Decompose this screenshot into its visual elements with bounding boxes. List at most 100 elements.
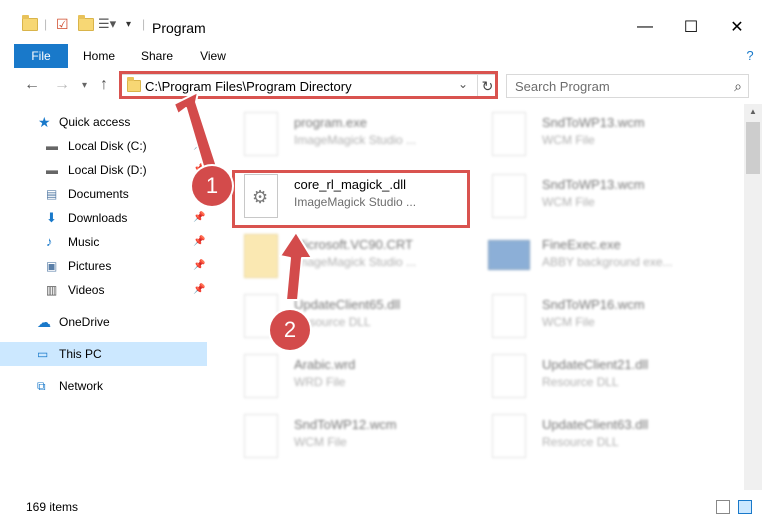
nav-item-label: Music bbox=[68, 235, 100, 249]
search-input[interactable]: Search Program bbox=[515, 79, 610, 94]
file-item[interactable]: SndToWP16.wcm WCM File bbox=[472, 288, 712, 344]
nav-item-local-disk-c[interactable]: ▬ Local Disk (C:) 📌 bbox=[0, 134, 207, 158]
file-highlight bbox=[232, 170, 470, 228]
file-item[interactable]: Arabic.wrd WRD File bbox=[224, 348, 464, 404]
details-view-icon[interactable] bbox=[716, 500, 730, 514]
step-1-badge: 1 bbox=[192, 166, 232, 206]
nav-item-this-pc[interactable]: ▭ This PC bbox=[0, 342, 207, 366]
file-type: WCM File bbox=[294, 435, 347, 449]
forward-arrow-icon[interactable]: → bbox=[54, 76, 70, 94]
computer-icon: ▭ bbox=[37, 347, 49, 361]
drive-icon: ▬ bbox=[46, 139, 58, 153]
star-icon: ★ bbox=[38, 114, 51, 130]
file-item[interactable]: program.exe ImageMagick Studio ... bbox=[224, 106, 464, 162]
pin-icon: 📌 bbox=[193, 236, 206, 247]
new-folder-icon[interactable] bbox=[78, 14, 94, 34]
network-icon: ⧉ bbox=[37, 379, 46, 393]
large-icons-view-icon[interactable] bbox=[738, 500, 752, 514]
pin-icon: 📌 bbox=[193, 212, 206, 223]
close-button[interactable]: ✕ bbox=[714, 12, 760, 42]
file-item[interactable]: Microsoft.VC90.CRT ImageMagick Studio ..… bbox=[224, 228, 464, 284]
navigation-pane: ★ Quick access ▬ Local Disk (C:) 📌 ▬ Loc… bbox=[0, 104, 212, 490]
nav-item-local-disk-d[interactable]: ▬ Local Disk (D:) 📌 bbox=[0, 158, 207, 182]
file-name: SndToWP12.wcm bbox=[294, 417, 397, 432]
scroll-up-icon[interactable]: ▲ bbox=[744, 104, 762, 120]
file-name: FineExec.exe bbox=[542, 237, 621, 252]
help-icon[interactable]: ? bbox=[740, 44, 760, 68]
file-type: Resource DLL bbox=[542, 375, 619, 389]
up-arrow-icon[interactable]: ↑ bbox=[100, 76, 108, 94]
separator: | bbox=[142, 17, 146, 31]
step-2-badge: 2 bbox=[270, 310, 310, 350]
file-item[interactable]: UpdateClient65.dll Resource DLL bbox=[224, 288, 464, 344]
nav-item-videos[interactable]: ▥ Videos 📌 bbox=[0, 278, 207, 302]
folder-icon bbox=[244, 234, 278, 278]
folder-icon bbox=[22, 14, 38, 34]
status-bar: 169 items bbox=[0, 494, 769, 520]
maximize-button[interactable]: ☐ bbox=[668, 12, 714, 42]
wcm-file-icon bbox=[492, 112, 526, 156]
file-type: ABBY background exe... bbox=[542, 255, 673, 269]
nav-item-label: Network bbox=[59, 379, 104, 393]
ribbon-tabs: File Home Share View ? bbox=[0, 44, 769, 68]
nav-item-label: Downloads bbox=[68, 211, 128, 225]
file-name: Arabic.wrd bbox=[294, 357, 356, 372]
nav-item-label: OneDrive bbox=[59, 315, 110, 329]
tab-home[interactable]: Home bbox=[78, 44, 120, 68]
file-item[interactable]: UpdateClient63.dll Resource DLL bbox=[472, 408, 712, 464]
tab-view[interactable]: View bbox=[194, 44, 232, 68]
nav-item-label: This PC bbox=[59, 347, 102, 361]
search-icon[interactable]: ⌕ bbox=[734, 78, 742, 95]
nav-item-downloads[interactable]: ⬇ Downloads 📌 bbox=[0, 206, 207, 230]
file-item[interactable]: FineExec.exe ABBY background exe... bbox=[472, 228, 712, 284]
tab-share[interactable]: Share bbox=[136, 44, 178, 68]
nav-item-quick-access[interactable]: ★ Quick access bbox=[0, 110, 207, 134]
file-name: SndToWP13.wcm bbox=[542, 115, 645, 130]
tab-file[interactable]: File bbox=[14, 44, 68, 68]
nav-item-label: Local Disk (C:) bbox=[68, 139, 147, 153]
nav-item-music[interactable]: ♪ Music 📌 bbox=[0, 230, 207, 254]
videos-icon: ▥ bbox=[46, 283, 58, 297]
music-icon: ♪ bbox=[46, 234, 53, 249]
vertical-scrollbar[interactable]: ▲ bbox=[744, 104, 762, 490]
nav-item-label: Quick access bbox=[59, 115, 131, 129]
minimize-button[interactable]: — bbox=[622, 12, 668, 42]
nav-item-label: Local Disk (D:) bbox=[68, 163, 147, 177]
download-icon: ⬇ bbox=[46, 210, 57, 225]
nav-item-label: Pictures bbox=[68, 259, 112, 273]
nav-item-network[interactable]: ⧉ Network bbox=[0, 374, 207, 398]
recent-locations-icon[interactable]: ▾ bbox=[82, 80, 87, 91]
dll-file-icon bbox=[492, 414, 526, 458]
nav-item-onedrive[interactable]: ☁ OneDrive bbox=[0, 310, 207, 334]
dll-file-icon bbox=[492, 354, 526, 398]
address-bar-highlight bbox=[119, 71, 498, 99]
file-name: UpdateClient63.dll bbox=[542, 417, 649, 432]
quick-access-dropdown-icon[interactable]: ▾ bbox=[126, 14, 131, 34]
pin-icon: 📌 bbox=[193, 140, 206, 151]
separator: | bbox=[44, 17, 48, 31]
pin-icon: 📌 bbox=[193, 284, 206, 295]
drive-icon: ▬ bbox=[46, 163, 58, 177]
nav-item-label: Documents bbox=[68, 187, 129, 201]
file-type: WCM File bbox=[542, 133, 595, 147]
file-name: Microsoft.VC90.CRT bbox=[294, 237, 413, 252]
file-item[interactable]: SndToWP13.wcm WCM File bbox=[472, 168, 712, 224]
scrollbar-thumb[interactable] bbox=[746, 122, 760, 174]
file-type: Resource DLL bbox=[542, 435, 619, 449]
customize-toolbar-icon[interactable]: ☰▾ bbox=[98, 14, 116, 34]
wcm-file-icon bbox=[244, 414, 278, 458]
file-name: UpdateClient65.dll bbox=[294, 297, 401, 312]
file-item[interactable]: SndToWP13.wcm WCM File bbox=[472, 106, 712, 162]
file-list: program.exe ImageMagick Studio ... SndTo… bbox=[212, 104, 744, 490]
item-count: 169 items bbox=[26, 500, 79, 514]
properties-icon[interactable]: ☑ bbox=[56, 14, 69, 34]
file-type: ImageMagick Studio ... bbox=[294, 133, 417, 147]
file-item[interactable]: SndToWP12.wcm WCM File bbox=[224, 408, 464, 464]
back-arrow-icon[interactable]: ← bbox=[24, 76, 40, 94]
nav-item-documents[interactable]: ▤ Documents 📌 bbox=[0, 182, 207, 206]
wcm-file-icon bbox=[492, 294, 526, 338]
wrd-file-icon bbox=[244, 354, 278, 398]
nav-item-pictures[interactable]: ▣ Pictures 📌 bbox=[0, 254, 207, 278]
file-item[interactable]: UpdateClient21.dll Resource DLL bbox=[472, 348, 712, 404]
search-box[interactable]: Search Program ⌕ bbox=[506, 74, 749, 98]
